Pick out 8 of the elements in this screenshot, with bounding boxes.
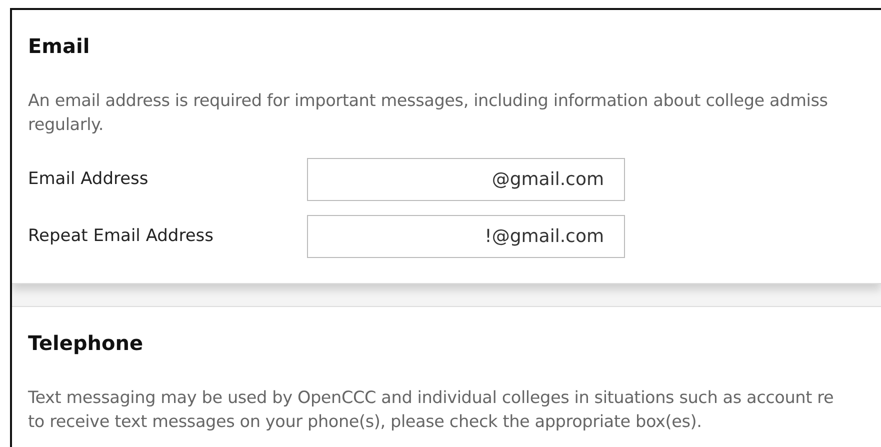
- email-input-field[interactable]: @gmail.com: [307, 158, 625, 201]
- section-title: Telephone: [28, 330, 144, 357]
- email-input-field[interactable]: !@gmail.com: [307, 215, 625, 258]
- field-label: Repeat Email Address: [28, 224, 215, 248]
- section-description: Text messaging may be used by OpenCCC and individual colleges in situations such as account re to receive text messages on your phone(s), please check the appropriate box(es).: [28, 386, 835, 433]
- section-description: An email address is required for important messages, including information about college admiss regularly.: [28, 89, 829, 136]
- field-label: Email Address: [28, 168, 150, 191]
- section-title: Email: [28, 33, 91, 60]
